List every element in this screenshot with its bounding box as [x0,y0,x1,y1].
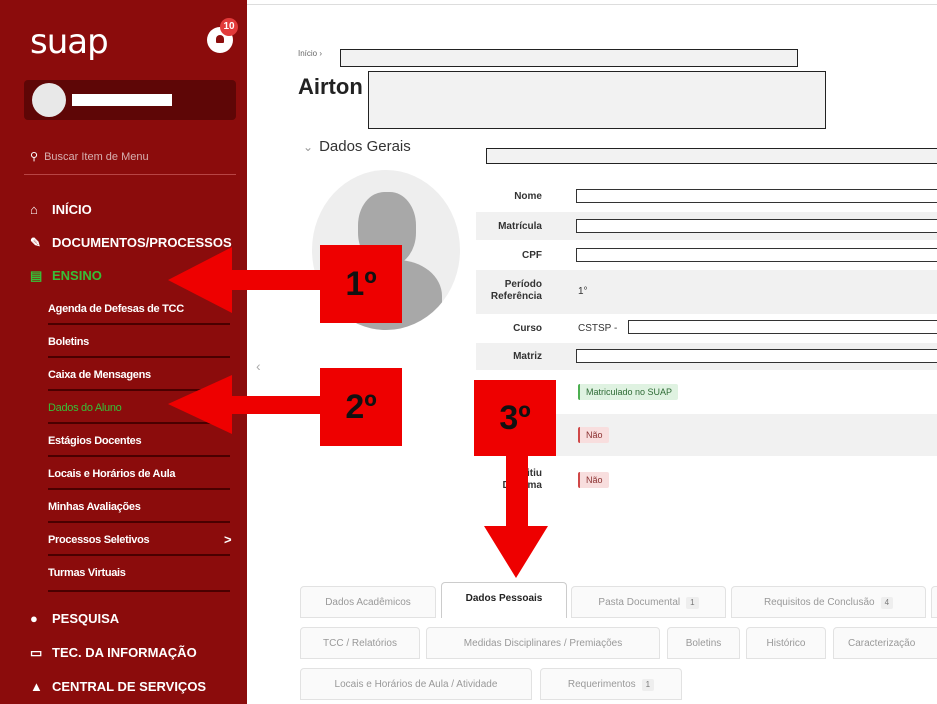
sidebar: suap 10 ⚲ Buscar Item de Menu ⌂ INÍCIO ✎ DO… [0,0,247,704]
section-title: Dados Gerais [319,138,411,155]
sub-boletins[interactable]: Boletins [48,336,89,348]
divider [48,389,230,391]
nav-central-label: CENTRAL DE SERVIÇOS [52,679,207,694]
sub-estagios[interactable]: Estágios Docentes [48,435,142,447]
redacted-box [486,148,937,164]
status-badge: Não [578,472,609,488]
collapse-sidebar-icon[interactable]: ‹ [256,358,261,374]
nav-documentos-label: DOCUMENTOS/PROCESSOS [52,235,232,250]
redacted-box [340,49,798,67]
field-label: Matrícula [498,221,542,232]
tab-tcc[interactable]: TCC / Relatórios [300,627,420,659]
step-3-label: 3º [474,380,556,456]
divider [48,422,230,424]
redacted-box [368,71,826,129]
field-label: Curso [513,323,542,334]
nav-tec-label: TEC. DA INFORMAÇÃO [52,645,197,660]
field-row-diploma: Emitiu Diploma Não [476,460,937,500]
divider [48,323,230,325]
redacted-value [576,248,937,262]
section-dados-gerais[interactable]: ⌄ Dados Gerais [303,138,411,155]
field-row-matriz: Matriz [476,343,937,370]
triangle-icon: ▲ [30,679,43,694]
field-value: CSTSP - [578,323,618,334]
divider [48,521,230,523]
field-row-cpf: CPF [476,242,937,268]
tab-count: 1 [641,679,655,691]
sub-avaliacoes[interactable]: Minhas Avaliações [48,501,141,513]
search-placeholder: Buscar Item de Menu [44,151,149,163]
status-badge: Não [578,427,609,443]
tab-historico[interactable]: Histórico [746,627,826,659]
redacted-value [576,189,937,203]
divider [48,554,230,556]
sub-turmas[interactable]: Turmas Virtuais [48,567,126,579]
home-icon: ⌂ [30,202,38,217]
globe-icon: ● [30,611,38,626]
tab-dados-pessoais[interactable]: Dados Pessoais [441,582,567,618]
divider [48,488,230,490]
tab-count: 1 [686,597,699,609]
field-label: Emitiu Diploma [502,468,542,491]
field-row-periodo: Período Referência 1° [476,270,937,314]
laptop-icon: ▭ [30,645,43,660]
divider [24,174,236,175]
document-icon: ✎ [30,235,41,250]
divider [48,455,230,457]
chevron-down-icon: ⌄ [303,140,314,154]
redacted-value [576,219,937,233]
field-row-matricula: Matrícula [476,212,937,240]
nav-pesquisa-label: PESQUISA [52,611,120,626]
page-title: Airton [298,74,363,99]
tab-medidas[interactable]: Medidas Disciplinares / Premiações [426,627,660,659]
tab-requisitos-conclusao[interactable]: Requisitos de Conclusão 4 [731,586,926,618]
redacted-value [576,349,937,363]
divider [247,4,937,5]
nav-tec[interactable]: ▭ TEC. DA INFORMAÇÃO [30,645,197,661]
menu-search[interactable]: ⚲ Buscar Item de Menu [30,150,149,163]
field-label: Nome [514,191,542,202]
tab-caracterizacao[interactable]: Caracterização [833,627,937,659]
step-2-label: 2º [320,368,402,446]
search-icon: ⚲ [30,151,39,163]
tab-locais-horarios[interactable]: Locais e Horários de Aula / Atividade [300,668,532,700]
sub-caixa[interactable]: Caixa de Mensagens [48,369,151,381]
user-name-redacted [72,94,172,106]
nav-inicio[interactable]: ⌂ INÍCIO [30,202,92,217]
sub-locais[interactable]: Locais e Horários de Aula [48,468,176,480]
tab-dados-academicos[interactable]: Dados Acadêmicos [300,586,436,618]
status-badge: Matriculado no SUAP [578,384,679,400]
suap-logo[interactable]: suap [30,22,109,62]
breadcrumb[interactable]: Início › [298,49,322,58]
tab-boletins[interactable]: Boletins [667,627,740,659]
step-1-label: 1º [320,245,402,323]
sub-dados-aluno[interactable]: Dados do Aluno [48,402,122,414]
nav-documentos[interactable]: ✎ DOCUMENTOS/PROCESSOS [30,235,232,251]
sub-processos[interactable]: Processos Seletivos [48,534,150,546]
divider [48,590,230,592]
chevron-right-icon[interactable]: > [224,532,232,547]
nav-pesquisa[interactable]: ● PESQUISA [30,611,119,626]
nav-ensino-label: ENSINO [52,268,102,283]
tab-partial[interactable] [931,586,937,618]
tab-requerimentos[interactable]: Requerimentos 1 [540,668,682,700]
nav-ensino[interactable]: ▤ ENSINO [30,268,102,284]
nav-inicio-label: INÍCIO [52,202,92,217]
tab-pasta-documental[interactable]: Pasta Documental 1 [571,586,726,618]
field-row-curso: Curso CSTSP - [476,316,937,342]
nav-central[interactable]: ▲ CENTRAL DE SERVIÇOS [30,679,206,694]
field-label: CPF [522,250,542,261]
redacted-value [628,320,937,334]
notification-badge: 10 [220,18,238,36]
sub-agenda[interactable]: Agenda de Defesas de TCC [48,303,184,315]
field-label: Período Referência [490,279,542,302]
avatar [32,83,66,117]
field-value: 1° [578,286,588,297]
book-icon: ▤ [30,268,43,283]
field-row-nome: Nome [476,183,937,210]
field-label: Matriz [513,351,542,362]
tab-count: 4 [880,597,894,609]
divider [48,356,230,358]
